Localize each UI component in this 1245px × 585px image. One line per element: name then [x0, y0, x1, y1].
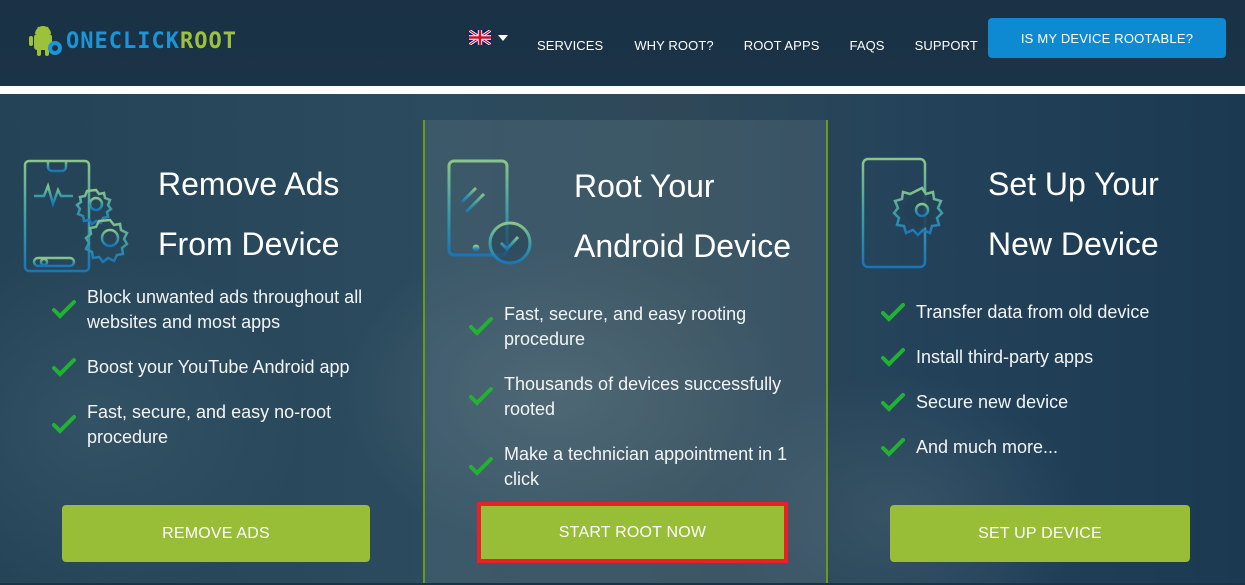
card-title-line1: Set Up Your — [988, 166, 1159, 202]
feature-list: Block unwanted ads throughout all websit… — [52, 285, 402, 450]
phone-gear-icon — [861, 157, 944, 269]
checkmark-icon — [881, 348, 905, 367]
main-nav: SERVICES WHY ROOT? ROOT APPS FAQS SUPPOR… — [537, 38, 1008, 53]
checkmark-icon — [52, 415, 76, 434]
android-robot-icon — [29, 26, 62, 56]
feature-item: Secure new device — [881, 390, 1221, 415]
logo-text-root: ROOT — [179, 28, 237, 54]
uk-flag-icon — [469, 30, 491, 45]
checkmark-icon — [469, 457, 493, 476]
checkmark-icon — [52, 300, 76, 319]
checkmark-icon — [881, 438, 905, 457]
feature-item: Fast, secure, and easy no-root procedure — [52, 400, 402, 450]
remove-ads-button[interactable]: REMOVE ADS — [62, 505, 370, 562]
nav-services[interactable]: SERVICES — [537, 38, 603, 53]
header-divider — [0, 86, 1245, 94]
logo-text-oneclick: ONECLICK — [66, 28, 180, 54]
checkmark-icon — [469, 387, 493, 406]
feature-list: Transfer data from old device Install th… — [881, 300, 1221, 460]
card-title-line1: Remove Ads — [158, 166, 340, 202]
feature-item: And much more... — [881, 435, 1221, 460]
feature-item: Transfer data from old device — [881, 300, 1221, 325]
checkmark-icon — [52, 358, 76, 377]
start-root-now-button[interactable]: START ROOT NOW — [481, 506, 784, 559]
feature-list: Fast, secure, and easy rooting procedure… — [469, 302, 809, 492]
site-header: ONECLICKROOT SERVICES WHY ROOT? ROOT APP… — [0, 0, 1245, 86]
nav-why-root[interactable]: WHY ROOT? — [634, 38, 713, 53]
card-title-line1: Root Your — [574, 168, 715, 204]
phone-equalizer-gears-icon — [23, 159, 129, 273]
is-my-device-rootable-button[interactable]: IS MY DEVICE ROOTABLE? — [988, 18, 1226, 58]
nav-root-apps[interactable]: ROOT APPS — [744, 38, 820, 53]
feature-item: Boost your YouTube Android app — [52, 355, 402, 380]
language-selector[interactable] — [469, 30, 508, 45]
feature-item: Thousands of devices successfully rooted — [469, 372, 809, 422]
feature-item: Install third-party apps — [881, 345, 1221, 370]
feature-item: Make a technician appointment in 1 click — [469, 442, 809, 492]
checkmark-icon — [881, 303, 905, 322]
checkmark-icon — [469, 317, 493, 336]
card-title-line2: Android Device — [574, 228, 791, 264]
hero-section: Remove Ads From Device Block unwanted ad… — [0, 94, 1245, 585]
feature-item: Fast, secure, and easy rooting procedure — [469, 302, 809, 352]
phone-checkmark-icon — [447, 159, 532, 265]
chevron-down-icon — [498, 34, 508, 41]
card-title-line2: From Device — [158, 226, 340, 262]
set-up-device-button[interactable]: SET UP DEVICE — [890, 505, 1190, 562]
nav-support[interactable]: SUPPORT — [915, 38, 978, 53]
site-logo[interactable]: ONECLICKROOT — [28, 24, 237, 58]
logo-text: ONECLICKROOT — [66, 29, 237, 54]
nav-faqs[interactable]: FAQS — [850, 38, 885, 53]
card-title-line2: New Device — [988, 226, 1159, 262]
checkmark-icon — [881, 393, 905, 412]
feature-item: Block unwanted ads throughout all websit… — [52, 285, 402, 335]
